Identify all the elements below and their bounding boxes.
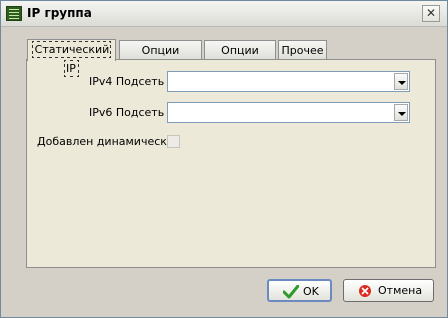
checkmark-icon [282,284,300,302]
cancel-label: Отмена [378,284,423,297]
title-bar[interactable]: IP группа ✕ [1,1,447,27]
ip-group-dialog: IP группа ✕ Статический IP Опции RADIUS … [0,0,448,318]
close-button[interactable]: ✕ [422,5,440,22]
app-icon [6,6,22,21]
tab-panel-static-ip: IPv4 Подсеть IPv6 Подсеть Добавлен динам… [26,59,436,268]
chevron-down-icon[interactable] [394,104,408,121]
ipv6-subnet-label: IPv6 Подсеть [89,106,165,119]
ok-label: OK [303,285,319,298]
dynamic-added-checkbox[interactable] [167,135,180,148]
ok-button[interactable]: OK [267,279,332,302]
tab-dhcp-options[interactable]: Опции DHCP [204,40,276,76]
cancel-icon [358,284,372,301]
window-title: IP группа [27,6,92,20]
ipv6-subnet-combo[interactable] [167,102,410,123]
cancel-button[interactable]: Отмена [343,279,434,302]
tab-static-ip[interactable]: Статический IP [27,39,116,77]
chevron-down-icon[interactable] [394,73,408,90]
tab-radius-options[interactable]: Опции RADIUS [119,40,202,76]
tab-other[interactable]: Прочее [278,40,327,60]
dynamic-added-label: Добавлен динамически [37,135,175,148]
ipv4-subnet-label: IPv4 Подсеть [89,75,165,88]
close-icon: ✕ [425,6,437,20]
tab-label: Прочее [281,44,324,57]
ipv4-subnet-combo[interactable] [167,71,410,92]
